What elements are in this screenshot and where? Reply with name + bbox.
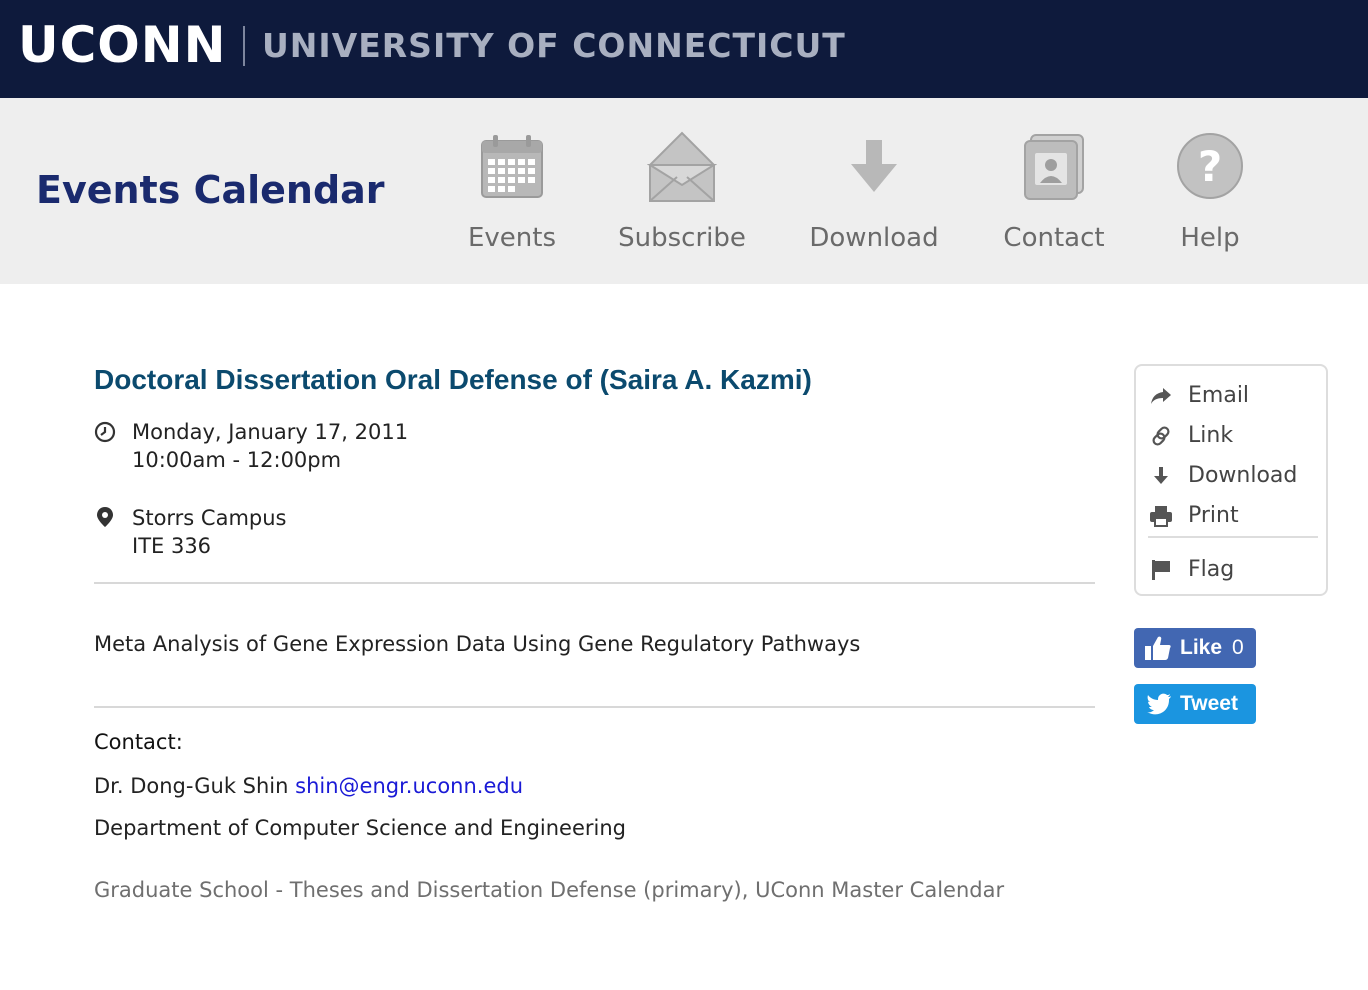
tool-email[interactable]: Email	[1148, 378, 1323, 414]
download-icon	[1148, 464, 1174, 488]
tool-print[interactable]: Print	[1148, 498, 1323, 534]
event-description: Meta Analysis of Gene Expression Data Us…	[94, 632, 861, 656]
tweet-button[interactable]: Tweet	[1134, 684, 1256, 724]
events-calendar-title[interactable]: Events Calendar	[36, 166, 385, 214]
tool-link-label: Link	[1188, 423, 1234, 448]
nav-help[interactable]: ? Help	[1130, 126, 1290, 258]
tool-download-label: Download	[1188, 463, 1298, 488]
thumbs-up-icon	[1144, 635, 1172, 665]
facebook-like-button[interactable]: Like 0	[1134, 628, 1256, 668]
link-icon	[1148, 424, 1174, 448]
nav-contact[interactable]: Contact	[974, 126, 1134, 258]
calendar-header: Events Calendar Events Subscribe Downloa…	[0, 98, 1368, 284]
nav-help-label: Help	[1180, 223, 1240, 253]
flag-icon	[1148, 558, 1174, 582]
department-name: Department of Computer Science and Engin…	[94, 816, 627, 840]
nav-subscribe[interactable]: Subscribe	[602, 126, 762, 258]
event-date: Monday, January 17, 2011	[132, 420, 409, 444]
nav-subscribe-label: Subscribe	[618, 223, 746, 253]
clock-icon	[94, 421, 116, 443]
like-label: Like	[1180, 636, 1223, 659]
tool-flag[interactable]: Flag	[1148, 552, 1323, 588]
nav-events[interactable]: Events	[432, 126, 592, 258]
svg-text:?: ?	[1198, 142, 1222, 191]
envelope-icon	[602, 126, 762, 206]
university-name[interactable]: UNIVERSITY OF CONNECTICUT	[262, 24, 846, 68]
banner-divider	[243, 26, 245, 66]
contact-name: Dr. Dong-Guk Shin	[94, 774, 289, 798]
nav-download-label: Download	[809, 223, 939, 253]
print-icon	[1148, 504, 1174, 528]
help-icon: ?	[1130, 126, 1290, 206]
like-count: 0	[1232, 636, 1244, 659]
event-calendars[interactable]: Graduate School - Theses and Dissertatio…	[94, 876, 1004, 904]
share-arrow-icon	[1148, 384, 1174, 408]
twitter-bird-icon	[1146, 693, 1172, 719]
divider	[94, 706, 1095, 708]
nav-events-label: Events	[467, 223, 557, 253]
nav-download[interactable]: Download	[794, 126, 954, 258]
top-banner: UCONN UNIVERSITY OF CONNECTICUT	[0, 0, 1368, 98]
tweet-label: Tweet	[1180, 692, 1238, 715]
contact-card-icon	[974, 126, 1134, 206]
event-time: 10:00am - 12:00pm	[132, 448, 342, 472]
contact-label: Contact:	[94, 730, 183, 754]
uconn-logo[interactable]: UCONN	[18, 14, 227, 76]
event-location-room: ITE 336	[132, 534, 212, 558]
event-location-campus: Storrs Campus	[132, 506, 287, 530]
tool-flag-label: Flag	[1188, 557, 1235, 582]
tool-link[interactable]: Link	[1148, 418, 1323, 454]
event-title: Doctoral Dissertation Oral Defense of (S…	[94, 364, 812, 395]
nav-contact-label: Contact	[1003, 223, 1105, 253]
tool-email-label: Email	[1188, 383, 1250, 408]
event-tools-panel: Email Link Download Print Flag	[1134, 364, 1328, 596]
map-marker-icon	[96, 506, 118, 528]
calendar-icon	[432, 126, 592, 206]
tool-download[interactable]: Download	[1148, 458, 1323, 494]
contact-line: Dr. Dong-Guk Shin shin@engr.uconn.edu	[94, 772, 523, 800]
divider	[94, 582, 1095, 584]
tools-divider	[1148, 536, 1318, 538]
download-arrow-icon	[794, 126, 954, 206]
tool-print-label: Print	[1188, 503, 1239, 528]
contact-email-link[interactable]: shin@engr.uconn.edu	[295, 774, 523, 798]
